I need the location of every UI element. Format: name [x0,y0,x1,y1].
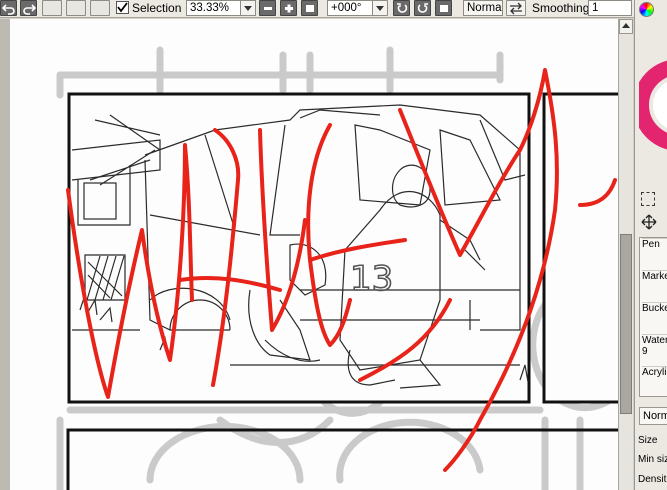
zoom-reset-button[interactable] [301,0,318,16]
zoom-dropdown-button[interactable] [240,0,256,16]
rotate-cw-button[interactable] [414,0,431,16]
checkmark-icon [117,2,128,13]
selection-label: Selection [132,1,182,15]
density-label: Densit [638,474,667,485]
flip-horizontal-button[interactable] [506,0,526,16]
min-size-label: Min siz [638,454,667,465]
color-wheel-ring[interactable] [639,45,667,165]
deselect-button[interactable] [42,0,62,16]
chevron-down-icon [376,6,384,11]
rotation-value: +000° [331,2,362,14]
brush-mode-select[interactable]: Norm [639,407,667,425]
zoom-out-button[interactable] [259,0,276,16]
undo-icon [2,4,15,15]
vertical-scrollbar[interactable] [618,19,633,490]
scrollbar-thumb[interactable] [620,234,632,414]
clear-button[interactable] [90,0,110,16]
flip-icon [510,2,522,15]
selection-checkbox[interactable] [116,1,129,14]
rotate-cw-icon [417,3,428,13]
zoom-value: 33.33% [190,2,230,14]
rotate-reset-button[interactable] [435,0,452,16]
rotation-dropdown-button[interactable] [372,0,388,16]
select-rect-icon[interactable] [641,192,655,206]
main-toolbar: Selection 33.33% +000° Normal Smoothing … [0,0,667,18]
tool-marker[interactable]: Marke [642,270,667,301]
canvas-artwork: 13 [56,46,618,490]
blend-mode-button[interactable]: Normal [463,0,503,16]
minus-icon [264,7,272,10]
tool-panel: Pen Marke Bucke Water 9 Acryli Norm Size… [634,0,667,490]
rotate-ccw-icon [397,3,408,13]
tool-pen[interactable]: Pen [642,238,667,269]
size-label: Size [638,435,658,446]
reset-icon [306,5,314,12]
chevron-down-icon [244,6,252,11]
color-wheel-icon[interactable] [639,2,654,17]
redo-icon [23,4,36,15]
smoothing-value: 1 [592,2,599,14]
drawing-canvas[interactable]: 13 [0,19,618,490]
tool-watercolor[interactable]: Water 9 [642,334,667,365]
reset-icon [440,5,448,12]
undo-button[interactable] [0,0,17,16]
plus-icon [285,4,293,13]
chevron-up-icon [622,23,630,28]
redo-button[interactable] [20,0,37,16]
canvas-left-margin [0,19,10,490]
move-icon[interactable] [641,214,657,230]
smoothing-label: Smoothing [532,1,590,15]
tool-acrylic[interactable]: Acryli [642,366,667,397]
zoom-in-button[interactable] [280,0,297,16]
tool-bucket[interactable]: Bucke [642,302,667,333]
svg-text:13: 13 [350,259,393,299]
rotate-ccw-button[interactable] [393,0,410,16]
blend-mode-value: Normal [467,2,503,14]
tool-list: Pen Marke Bucke Water 9 Acryli [639,237,667,397]
invert-selection-button[interactable] [66,0,86,16]
scroll-up-button[interactable] [619,19,633,34]
smoothing-field[interactable]: 1 [588,0,632,16]
